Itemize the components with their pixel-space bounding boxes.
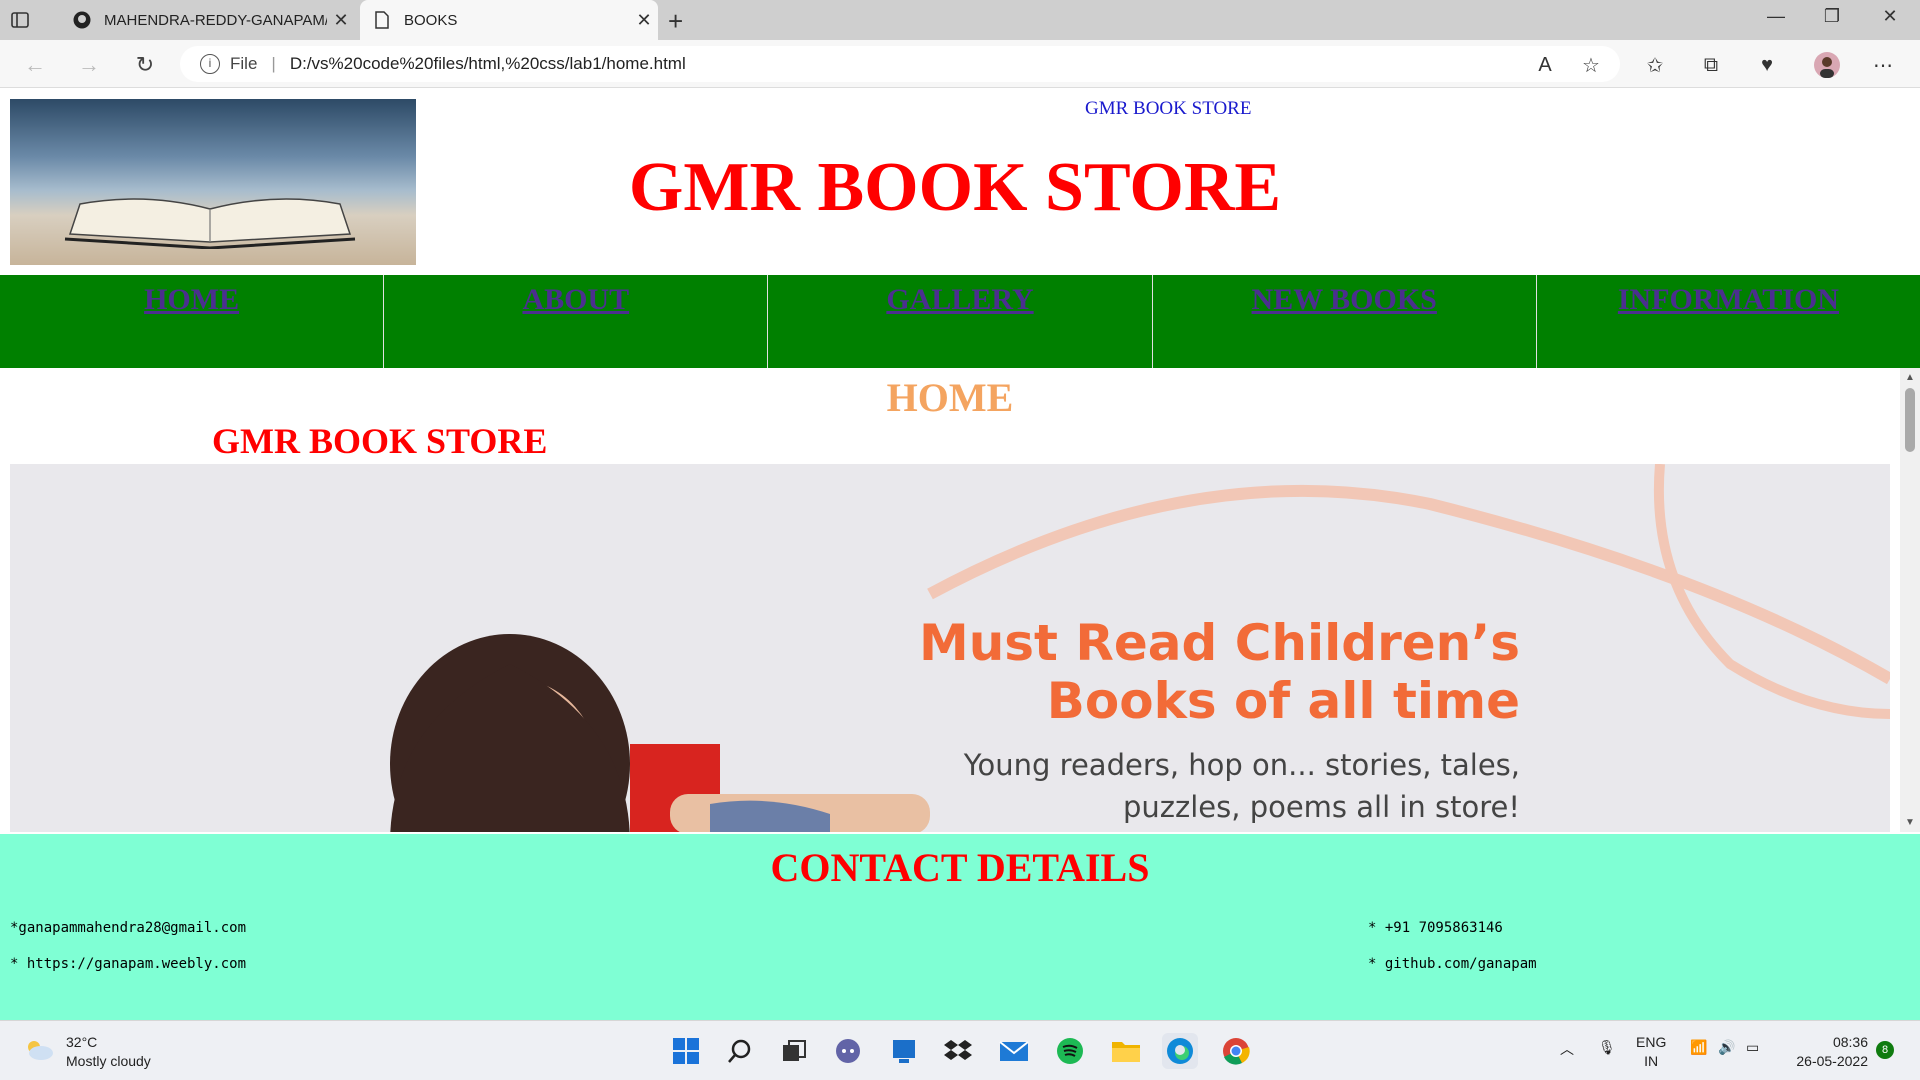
banner-title: Must Read Children’s Books of all time bbox=[918, 614, 1520, 730]
address-toolbar: ← → ↻ i File | D:/vs%20code%20files/html… bbox=[0, 40, 1920, 88]
weather-temp: 32°C bbox=[66, 1034, 98, 1050]
weather-widget[interactable]: 32°C Mostly cloudy bbox=[24, 1033, 151, 1071]
read-aloud-icon[interactable]: A bbox=[1532, 52, 1558, 78]
tab-bar: MAHENDRA-REDDY-GANAPAM/ ✕ BOOKS ✕ + — ❐ … bbox=[0, 0, 1920, 40]
start-icon[interactable] bbox=[668, 1033, 704, 1069]
edge-icon[interactable] bbox=[1162, 1033, 1198, 1069]
contact-title: CONTACT DETAILS bbox=[770, 845, 1150, 890]
contact-section: CONTACT DETAILS *ganapammahendra28@gmail… bbox=[0, 834, 1920, 1020]
main-nav: HOME ABOUT GALLERY NEW BOOKS INFORMATION bbox=[0, 275, 1920, 368]
url-scheme: File bbox=[230, 54, 258, 73]
chat-icon[interactable] bbox=[830, 1033, 866, 1069]
collections-icon[interactable]: ⧉ bbox=[1698, 52, 1724, 78]
children-books-banner: Must Read Children’s Books of all time Y… bbox=[10, 464, 1890, 832]
taskbar: 32°C Mostly cloudy ︿ 🎙 ENG IN 📶 🔊 ▭ 08:3… bbox=[0, 1020, 1920, 1080]
weather-desc: Mostly cloudy bbox=[66, 1053, 151, 1069]
scroll-up-icon[interactable]: ▲ bbox=[1900, 372, 1920, 383]
scrollbar-thumb[interactable] bbox=[1905, 388, 1915, 452]
nav-item-information: INFORMATION bbox=[1537, 275, 1920, 368]
health-icon[interactable]: ♥ bbox=[1754, 52, 1780, 78]
notification-badge[interactable]: 8 bbox=[1876, 1041, 1894, 1059]
wifi-icon[interactable]: 📶 bbox=[1690, 1039, 1707, 1056]
search-icon[interactable] bbox=[722, 1033, 758, 1069]
favorites-icon[interactable]: ✩ bbox=[1642, 52, 1668, 78]
profile-avatar[interactable] bbox=[1814, 52, 1840, 78]
home-frame[interactable]: HOME GMR BOOK STORE Must Read Children’s… bbox=[0, 368, 1920, 832]
contact-email: *ganapammahendra28@gmail.com bbox=[10, 920, 247, 936]
web-page: GMR BOOK STORE GMR BOOK STORE HOME ABOUT… bbox=[0, 88, 1920, 1020]
volume-icon[interactable]: 🔊 bbox=[1718, 1039, 1735, 1056]
minimize-button[interactable]: — bbox=[1756, 6, 1796, 27]
nav-item-gallery: GALLERY bbox=[768, 275, 1153, 368]
tab-actions-icon[interactable] bbox=[8, 8, 32, 32]
dropbox-icon[interactable] bbox=[940, 1033, 976, 1069]
mail-icon[interactable] bbox=[996, 1033, 1032, 1069]
menu-icon[interactable]: ⋯ bbox=[1870, 52, 1896, 78]
nav-link-gallery[interactable]: GALLERY bbox=[886, 283, 1033, 316]
clock[interactable]: 08:36 26-05-2022 bbox=[1784, 1033, 1868, 1071]
close-tab-icon[interactable]: ✕ bbox=[630, 10, 658, 31]
scroll-down-icon[interactable]: ▼ bbox=[1900, 817, 1920, 828]
back-arrow-icon[interactable]: ← bbox=[20, 50, 50, 80]
restore-button[interactable]: ❐ bbox=[1812, 6, 1852, 27]
home-heading: HOME bbox=[886, 375, 1014, 420]
close-window-button[interactable]: ✕ bbox=[1870, 6, 1910, 27]
top-store-link[interactable]: GMR BOOK STORE bbox=[1085, 98, 1251, 120]
refresh-icon[interactable]: ↻ bbox=[130, 50, 160, 80]
battery-icon[interactable]: ▭ bbox=[1746, 1039, 1759, 1056]
tab-github[interactable]: MAHENDRA-REDDY-GANAPAM/ ✕ bbox=[60, 0, 355, 40]
spotify-icon[interactable] bbox=[1052, 1033, 1088, 1069]
new-tab-button[interactable]: + bbox=[668, 6, 683, 37]
language-indicator[interactable]: ENG IN bbox=[1636, 1033, 1666, 1071]
nav-link-home[interactable]: HOME bbox=[144, 283, 239, 316]
nav-link-new-books[interactable]: NEW BOOKS bbox=[1252, 283, 1437, 316]
close-tab-icon[interactable]: ✕ bbox=[327, 10, 355, 31]
tab-books[interactable]: BOOKS ✕ bbox=[360, 0, 658, 40]
nav-item-home: HOME bbox=[0, 275, 385, 368]
widgets-icon[interactable] bbox=[886, 1033, 922, 1069]
page-title: GMR BOOK STORE bbox=[628, 149, 1282, 226]
nav-item-about: ABOUT bbox=[384, 275, 769, 368]
task-view-icon[interactable] bbox=[776, 1033, 812, 1069]
home-subheading: GMR BOOK STORE bbox=[212, 421, 548, 461]
chevron-up-icon[interactable]: ︿ bbox=[1560, 1039, 1574, 1059]
contact-github: * github.com/ganapam bbox=[1368, 956, 1537, 972]
frame-scrollbar[interactable]: ▲ ▼ bbox=[1900, 368, 1920, 832]
nav-link-information[interactable]: INFORMATION bbox=[1618, 283, 1839, 316]
tab-title: MAHENDRA-REDDY-GANAPAM/ bbox=[104, 11, 327, 29]
contact-website: * https://ganapam.weebly.com bbox=[10, 956, 247, 972]
forward-arrow-icon[interactable]: → bbox=[74, 50, 104, 80]
banner-text: Young readers, hop on... stories, tales,… bbox=[963, 748, 1520, 824]
chrome-icon[interactable] bbox=[1218, 1033, 1254, 1069]
url-text: D:/vs%20code%20files/html,%20css/lab1/ho… bbox=[289, 54, 686, 73]
cloud-icon bbox=[24, 1038, 54, 1067]
file-explorer-icon[interactable] bbox=[1108, 1033, 1144, 1069]
page-icon bbox=[372, 10, 392, 30]
nav-link-about[interactable]: ABOUT bbox=[522, 283, 629, 316]
add-favorite-icon[interactable]: ☆ bbox=[1578, 52, 1604, 78]
info-icon[interactable]: i bbox=[200, 54, 220, 74]
github-icon bbox=[72, 10, 92, 30]
microphone-icon[interactable]: 🎙 bbox=[1598, 1039, 1616, 1056]
contact-phone: * +91 7095863146 bbox=[1368, 920, 1503, 936]
address-bar[interactable]: i File | D:/vs%20code%20files/html,%20cs… bbox=[180, 46, 1620, 82]
tab-title: BOOKS bbox=[404, 11, 458, 29]
nav-item-new-books: NEW BOOKS bbox=[1153, 275, 1537, 368]
